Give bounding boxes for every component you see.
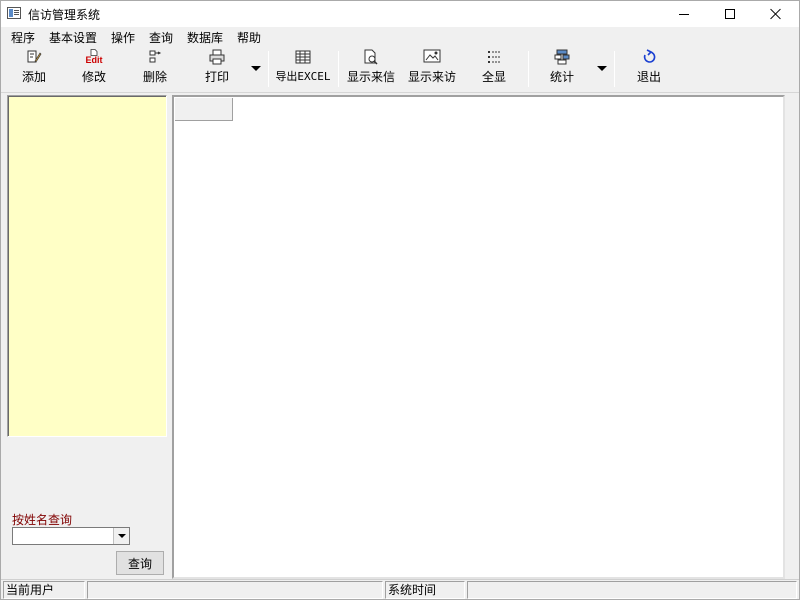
exit-button[interactable]: 退出 xyxy=(630,49,668,89)
close-button[interactable] xyxy=(753,1,799,27)
print-label: 打印 xyxy=(204,70,229,84)
toolbar-separator xyxy=(528,51,529,87)
system-time-label: 系统时间 xyxy=(385,581,465,599)
delete-button[interactable]: 删除 xyxy=(136,49,174,89)
print-dropdown-button[interactable] xyxy=(249,61,263,75)
menu-program[interactable]: 程序 xyxy=(11,29,35,46)
letter-search-icon xyxy=(363,49,379,65)
edit-label: 修改 xyxy=(81,70,106,84)
minimize-button[interactable] xyxy=(661,1,707,27)
toolbar: 添加 Edit 修改 删除 打印 导出EXCEL 显示来信 显示来访 全显 统计… xyxy=(1,47,799,93)
show-visits-button[interactable]: 显示来访 xyxy=(406,49,458,89)
add-pencil-icon xyxy=(26,49,42,65)
show-letters-label: 显示来信 xyxy=(346,70,395,84)
records-grid[interactable] xyxy=(172,95,785,579)
edit-icon-text: Edit xyxy=(85,55,103,65)
stats-icon xyxy=(554,49,570,65)
grid-header-corner[interactable] xyxy=(175,98,233,121)
print-button[interactable]: 打印 xyxy=(198,49,236,89)
menu-operation[interactable]: 操作 xyxy=(111,29,135,46)
left-panel: 按姓名查询 查询 xyxy=(5,95,167,579)
edit-icon: Edit xyxy=(86,49,103,65)
window-title: 信访管理系统 xyxy=(28,8,101,22)
export-excel-label: 导出EXCEL xyxy=(275,70,331,83)
title-bar[interactable]: 信访管理系统 xyxy=(1,1,799,27)
toolbar-separator xyxy=(268,51,269,87)
add-label: 添加 xyxy=(21,70,46,84)
search-by-name-label: 按姓名查询 xyxy=(12,513,73,527)
spreadsheet-icon xyxy=(295,49,311,65)
toolbar-separator xyxy=(338,51,339,87)
name-search-combobox[interactable] xyxy=(12,527,130,545)
visit-image-icon xyxy=(423,49,441,65)
current-user-value xyxy=(87,581,383,599)
minimize-icon xyxy=(679,13,689,15)
main-window: 信访管理系统 程序 基本设置 操作 查询 数据库 帮助 添加 Edit 修改 删… xyxy=(0,0,800,600)
chevron-down-icon xyxy=(597,65,607,71)
menu-query[interactable]: 查询 xyxy=(149,29,173,46)
statistics-button[interactable]: 统计 xyxy=(543,49,581,89)
close-icon xyxy=(770,8,782,20)
statistics-label: 统计 xyxy=(549,70,574,84)
delete-label: 删除 xyxy=(142,70,167,84)
printer-icon xyxy=(209,49,225,65)
search-button[interactable]: 查询 xyxy=(116,551,164,575)
category-tree[interactable] xyxy=(7,95,167,437)
status-bar: 当前用户 系统时间 xyxy=(1,579,799,599)
menu-database[interactable]: 数据库 xyxy=(187,29,223,46)
maximize-icon xyxy=(725,9,735,19)
delete-icon xyxy=(147,49,163,65)
app-window-icon xyxy=(7,7,21,19)
show-letters-button[interactable]: 显示来信 xyxy=(345,49,397,89)
show-visits-label: 显示来访 xyxy=(407,70,456,84)
list-icon xyxy=(486,49,502,65)
menu-basic-settings[interactable]: 基本设置 xyxy=(49,29,97,46)
system-time-value xyxy=(467,581,797,599)
statistics-dropdown-button[interactable] xyxy=(595,61,609,75)
add-button[interactable]: 添加 xyxy=(15,49,53,89)
chevron-down-icon xyxy=(117,534,126,538)
current-user-label: 当前用户 xyxy=(3,581,85,599)
edit-button[interactable]: Edit 修改 xyxy=(75,49,113,89)
combobox-dropdown-button[interactable] xyxy=(113,528,129,544)
export-excel-button[interactable]: 导出EXCEL xyxy=(273,49,333,89)
exit-label: 退出 xyxy=(636,70,661,84)
show-all-label: 全显 xyxy=(481,70,506,84)
menu-help[interactable]: 帮助 xyxy=(237,29,261,46)
toolbar-separator xyxy=(614,51,615,87)
chevron-down-icon xyxy=(251,65,261,71)
maximize-button[interactable] xyxy=(707,1,753,27)
exit-arrow-icon xyxy=(641,49,657,65)
show-all-button[interactable]: 全显 xyxy=(475,49,513,89)
menu-bar: 程序 基本设置 操作 查询 数据库 帮助 xyxy=(1,27,799,46)
